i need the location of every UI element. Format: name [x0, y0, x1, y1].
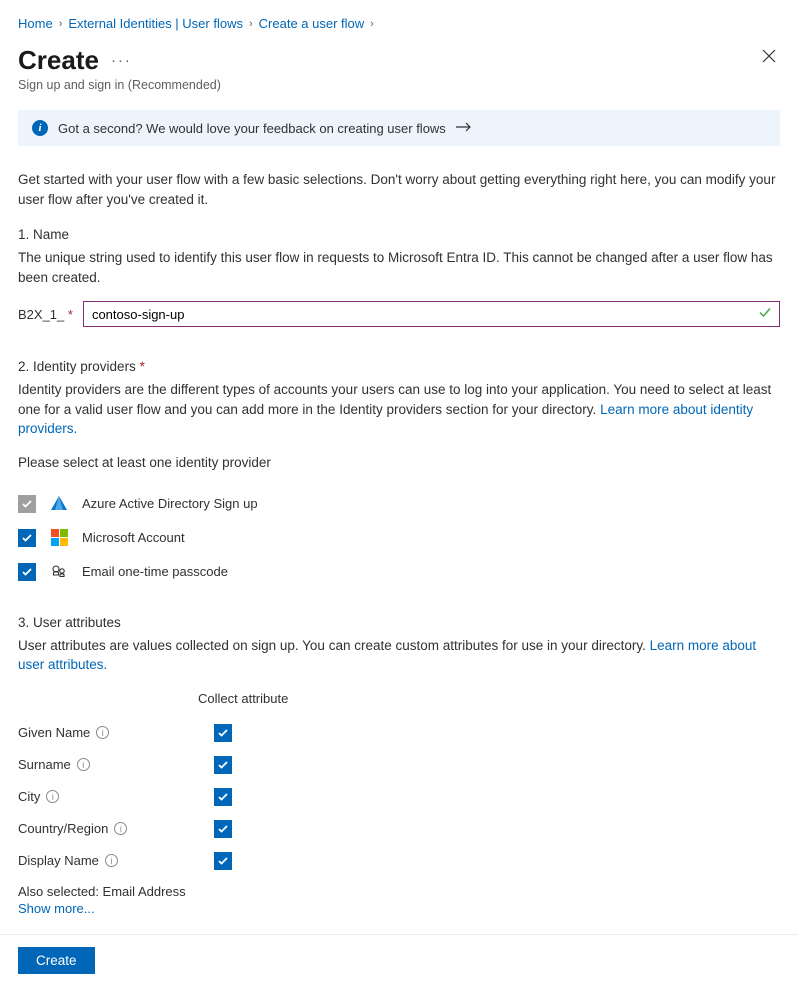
- info-icon[interactable]: i: [46, 790, 59, 803]
- breadcrumb-home[interactable]: Home: [18, 16, 53, 31]
- feedback-banner-text: Got a second? We would love your feedbac…: [58, 121, 446, 136]
- attr-row-given-name: Given Name i: [18, 724, 780, 742]
- attr-label-country: Country/Region: [18, 821, 108, 836]
- attr-label-city: City: [18, 789, 40, 804]
- intro-text: Get started with your user flow with a f…: [18, 170, 780, 209]
- chevron-right-icon: ›: [249, 18, 253, 30]
- attr-row-display-name: Display Name i: [18, 852, 780, 870]
- arrow-right-icon: [456, 121, 472, 136]
- microsoft-logo-icon: [50, 529, 68, 547]
- email-otp-icon: [50, 563, 68, 581]
- breadcrumb: Home › External Identities | User flows …: [18, 16, 780, 31]
- attr-row-city: City i: [18, 788, 780, 806]
- more-actions-button[interactable]: ···: [111, 52, 132, 69]
- idp-checkbox-otp[interactable]: [18, 563, 36, 581]
- idp-label-msa: Microsoft Account: [82, 530, 185, 545]
- chevron-right-icon: ›: [370, 18, 374, 30]
- close-icon: [762, 49, 776, 63]
- show-more-link[interactable]: Show more...: [18, 901, 780, 916]
- idp-row-otp: Email one-time passcode: [18, 563, 780, 581]
- attr-label-surname: Surname: [18, 757, 71, 772]
- attr-checkbox-given-name[interactable]: [214, 724, 232, 742]
- info-icon[interactable]: i: [105, 854, 118, 867]
- info-icon[interactable]: i: [96, 726, 109, 739]
- idp-section-desc: Identity providers are the different typ…: [18, 380, 780, 439]
- idp-label-aad: Azure Active Directory Sign up: [82, 496, 258, 511]
- idp-row-aad: Azure Active Directory Sign up: [18, 495, 780, 513]
- create-button[interactable]: Create: [18, 947, 95, 974]
- aad-icon: [50, 495, 68, 513]
- also-selected-text: Also selected: Email Address: [18, 884, 780, 899]
- info-icon[interactable]: i: [114, 822, 127, 835]
- feedback-banner[interactable]: i Got a second? We would love your feedb…: [18, 110, 780, 146]
- attr-checkbox-country[interactable]: [214, 820, 232, 838]
- idp-label-otp: Email one-time passcode: [82, 564, 228, 579]
- page-title: Create: [18, 45, 99, 76]
- name-section-heading: 1. Name: [18, 227, 780, 242]
- required-asterisk: *: [140, 359, 145, 374]
- breadcrumb-create-user-flow[interactable]: Create a user flow: [259, 16, 365, 31]
- valid-check-icon: [758, 306, 772, 323]
- idp-prompt: Please select at least one identity prov…: [18, 453, 780, 473]
- info-icon[interactable]: i: [77, 758, 90, 771]
- idp-checkbox-aad: [18, 495, 36, 513]
- footer: Create: [0, 934, 798, 986]
- idp-row-msa: Microsoft Account: [18, 529, 780, 547]
- close-button[interactable]: [758, 45, 780, 70]
- chevron-right-icon: ›: [59, 18, 63, 30]
- info-icon: i: [32, 120, 48, 136]
- attr-checkbox-city[interactable]: [214, 788, 232, 806]
- user-flow-name-input[interactable]: [83, 301, 780, 327]
- attr-label-display-name: Display Name: [18, 853, 99, 868]
- breadcrumb-external-identities[interactable]: External Identities | User flows: [68, 16, 243, 31]
- collect-attribute-header: Collect attribute: [198, 691, 780, 706]
- attr-checkbox-display-name[interactable]: [214, 852, 232, 870]
- attr-row-country: Country/Region i: [18, 820, 780, 838]
- attr-section-desc: User attributes are values collected on …: [18, 636, 780, 675]
- page-subtitle: Sign up and sign in (Recommended): [18, 78, 221, 92]
- attr-section-heading: 3. User attributes: [18, 615, 780, 630]
- idp-checkbox-msa[interactable]: [18, 529, 36, 547]
- attr-label-given-name: Given Name: [18, 725, 90, 740]
- name-prefix-label: B2X_1_ *: [18, 307, 73, 322]
- attr-row-surname: Surname i: [18, 756, 780, 774]
- name-section-desc: The unique string used to identify this …: [18, 248, 780, 287]
- idp-section-heading: 2. Identity providers *: [18, 359, 780, 374]
- attr-checkbox-surname[interactable]: [214, 756, 232, 774]
- required-asterisk: *: [68, 307, 73, 322]
